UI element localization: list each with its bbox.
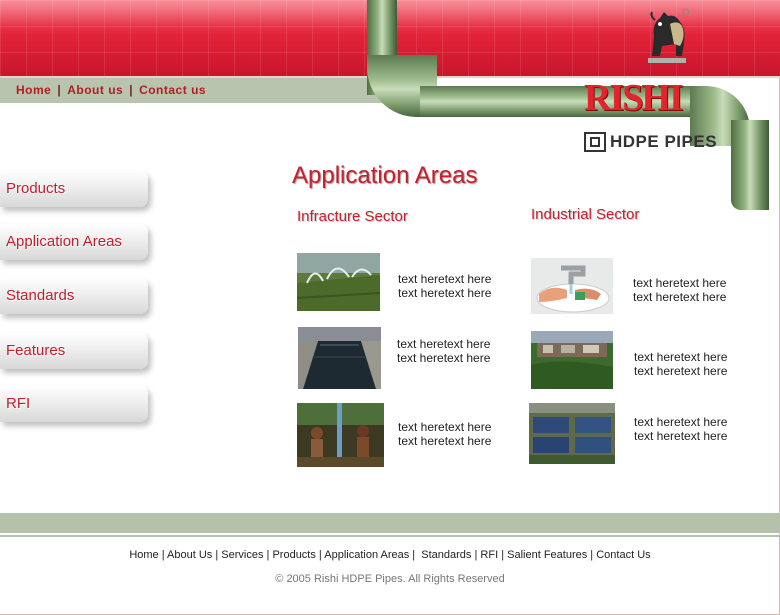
industrial-plant-image [531,331,613,389]
item-text-line: text heretext here [398,286,492,300]
sidebar-item-label: Products [6,180,66,197]
item-text-line: text heretext here [397,351,491,365]
sector-title-industrial: Industrial Sector [531,206,640,223]
item-description: text heretext here text heretext here [633,276,726,304]
footer-link-services[interactable]: Services [221,549,263,561]
sidebar-item-label: Application Areas [6,233,122,250]
copyright-text: © 2005 Rishi HDPE Pipes. All Rights Rese… [275,573,505,585]
item-text-line: text heretext here [634,429,728,443]
item-description: text heretext here text heretext here [397,337,490,365]
item-description: text heretext here text heretext here [398,420,491,448]
item-text-line: text heretext here [634,364,728,378]
footer-link-about[interactable]: About Us [167,549,212,561]
brand-name: RISHI [584,77,684,119]
nav-separator: | [129,83,134,97]
item-text-line: text heretext here [633,276,727,290]
item-text-line: text heretext here [398,420,492,434]
sector-title-infrastructure: Infracture Sector [297,208,408,225]
footer-nav: Home | About Us | Services | Products | … [129,549,651,561]
sidebar-item-features[interactable]: Features [0,333,148,369]
water-channel-image [298,327,381,389]
sidebar-item-standards[interactable]: Standards [0,278,148,314]
nav-about-link[interactable]: About us [67,83,123,97]
item-text-line: text heretext here [634,415,728,429]
item-text-line: text heretext here [633,290,727,304]
item-text-line: text heretext here [398,272,492,286]
brand-subtitle-text: HDPE PIPES [610,132,718,151]
workers-pipe-image [297,403,384,467]
footer-link-salient-features[interactable]: Salient Features [507,549,587,561]
item-description: text heretext here text heretext here [634,350,727,378]
sidebar-item-label: Standards [6,287,75,304]
top-nav: Home | About us | Contact us [16,83,206,97]
item-text-line: text heretext here [397,337,491,351]
footer-link-application-areas[interactable]: Application Areas [324,549,409,561]
page-title: Application Areas [292,162,478,189]
bull-mascot-icon [640,6,690,64]
footer-bar [0,513,780,533]
nav-separator: | [57,83,62,97]
item-description: text heretext here text heretext here [634,415,727,443]
item-text-line: text heretext here [398,434,492,448]
nav-contact-link[interactable]: Contact us [139,83,206,97]
sidebar-item-label: Features [6,342,66,359]
brand-subtitle: HDPE PIPES [584,130,717,154]
nav-home-link[interactable]: Home [16,83,51,97]
pipe-vertical-right [731,120,769,210]
treatment-tanks-image [529,403,615,464]
item-description: text heretext here text heretext here [398,272,491,300]
footer-link-standards[interactable]: Standards [421,549,471,561]
footer-link-rfi[interactable]: RFI [480,549,498,561]
sidebar-item-label: RFI [6,395,31,412]
sidebar-item-products[interactable]: Products [0,171,148,207]
item-text-line: text heretext here [634,350,728,364]
isi-mark-icon [584,132,606,152]
sidebar-item-application-areas[interactable]: Application Areas [0,224,148,260]
hand-washing-tap-image [531,258,613,314]
footer-link-home[interactable]: Home [129,549,158,561]
sidebar-item-rfi[interactable]: RFI [0,386,148,422]
sprinkler-irrigation-image [297,253,380,311]
footer-link-products[interactable]: Products [272,549,315,561]
footer-divider [0,535,780,537]
footer-link-contact[interactable]: Contact Us [596,549,650,561]
